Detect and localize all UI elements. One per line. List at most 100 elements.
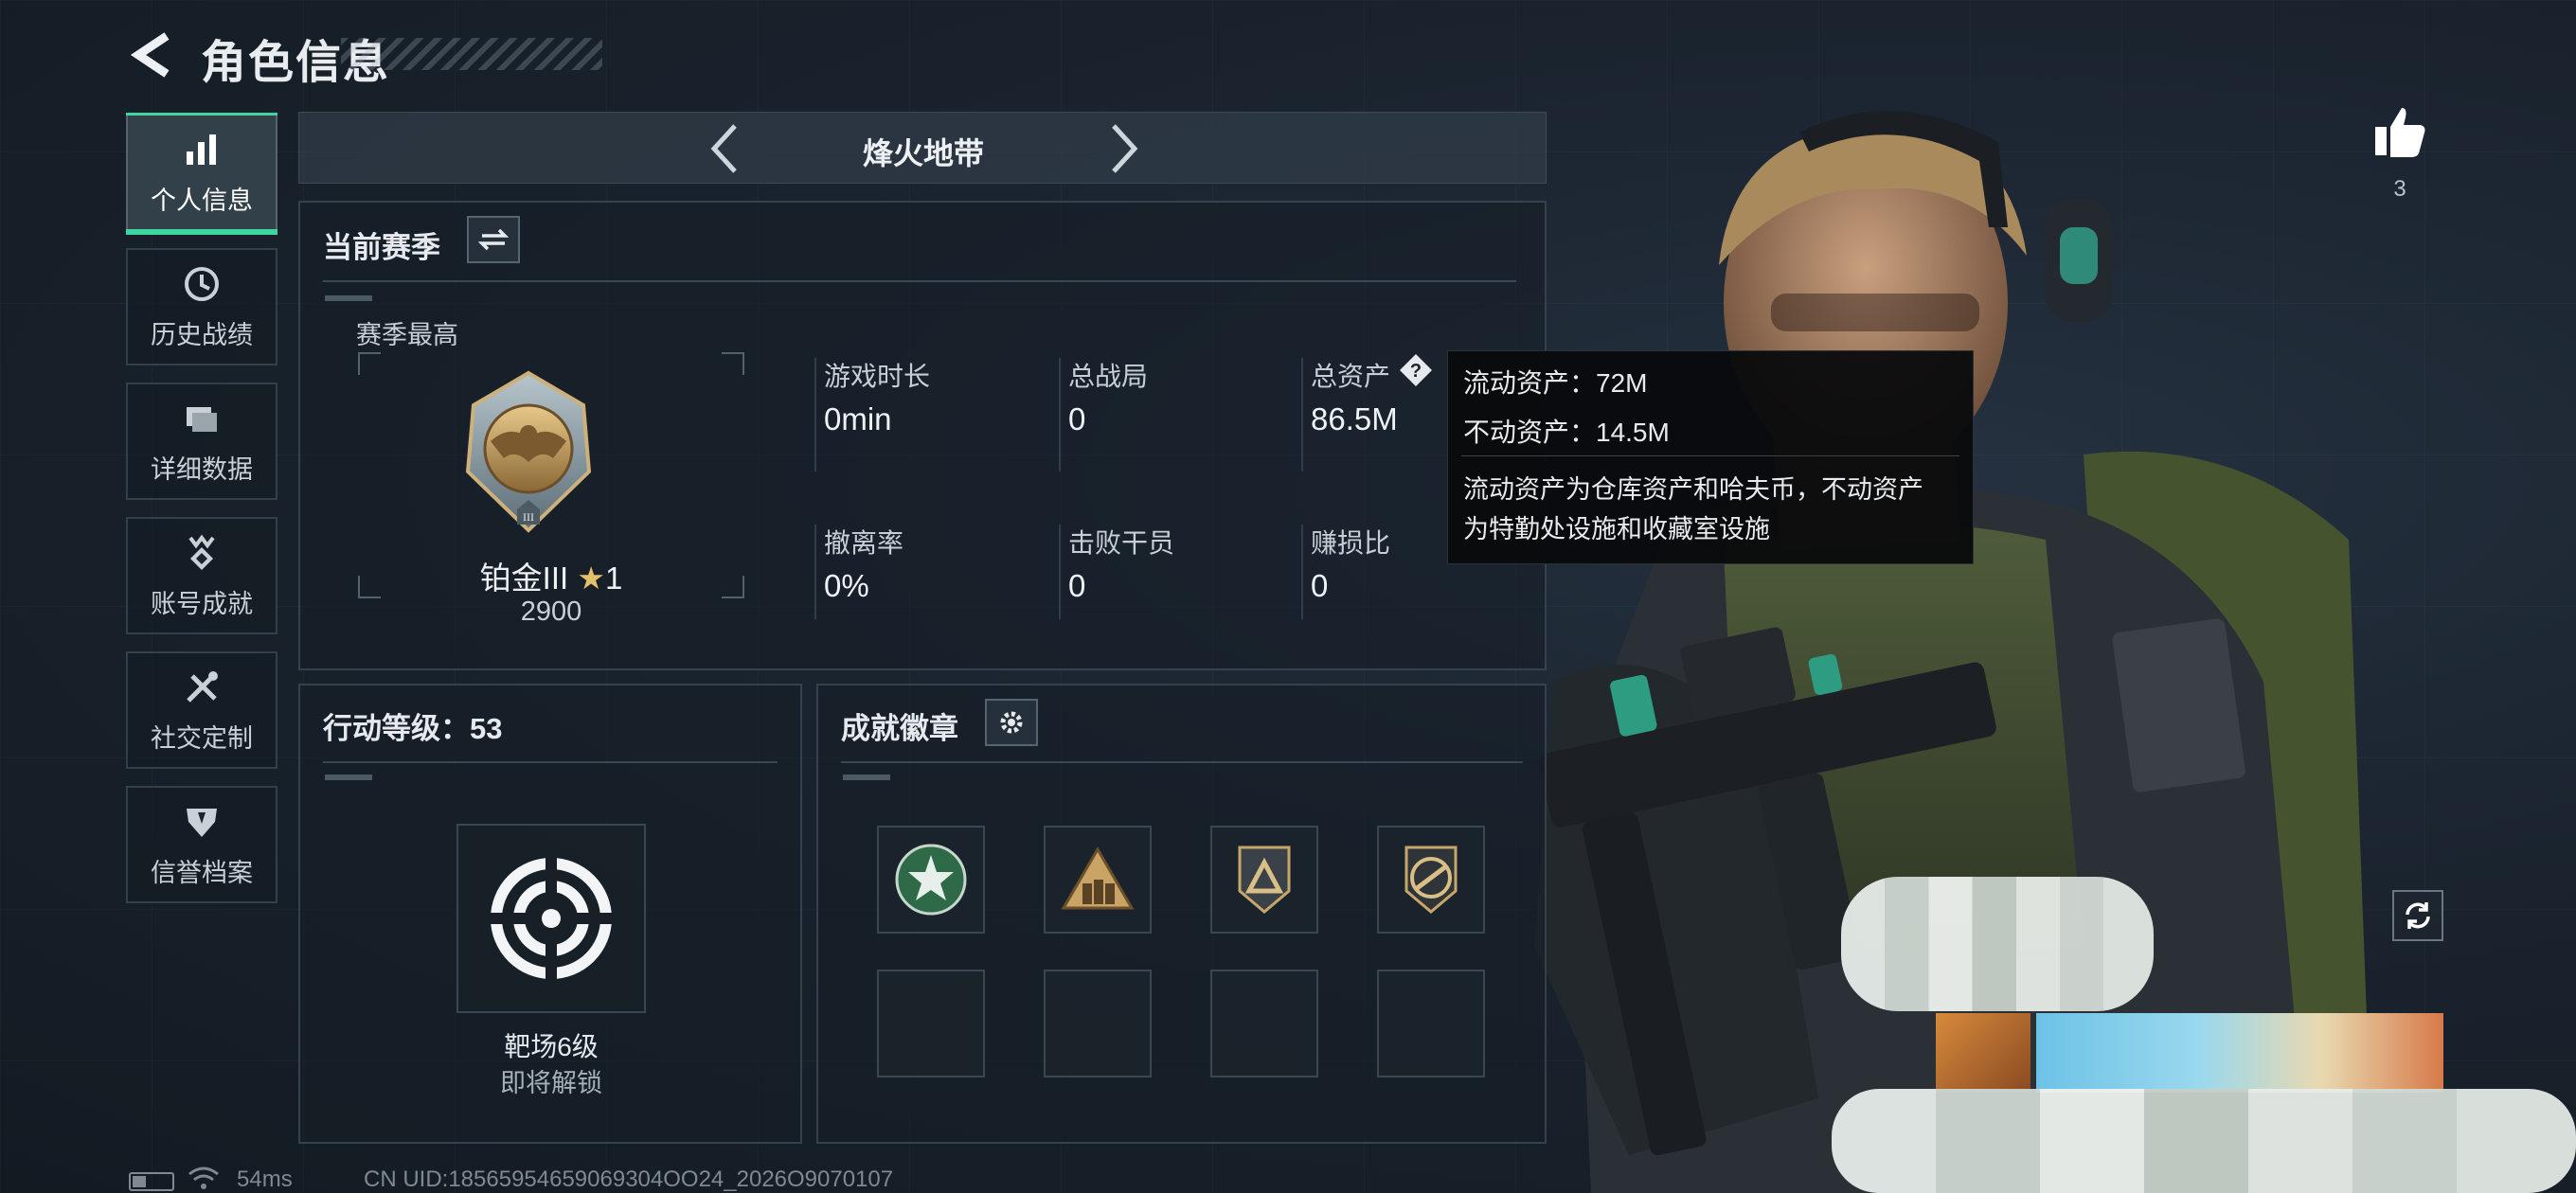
nav-label: 社交定制	[151, 723, 253, 753]
rank-name: 铂金III	[479, 561, 569, 596]
like-count: 3	[2393, 176, 2406, 202]
gear-icon	[1000, 711, 1023, 734]
badge-star-icon	[895, 844, 967, 916]
uid-text: CN UID:18565954659069304OO24_2026O907010…	[364, 1166, 894, 1192]
nav-item-history[interactable]: 历史战绩	[126, 248, 277, 365]
badge-triangle-icon	[1238, 846, 1291, 914]
card-banner-image[interactable]	[2036, 1013, 2443, 1093]
rank-line: 铂金III ★1	[358, 553, 744, 598]
rank-points: 2900	[520, 596, 582, 627]
tooltip-divider	[1461, 455, 1959, 456]
unlock-name: 靶场6级	[504, 1032, 599, 1061]
tooltip-desc-1: 流动资产为仓库资产和哈夫币，不动资产	[1463, 475, 1923, 504]
badge-slot[interactable]	[1044, 826, 1152, 934]
stat-separator	[814, 525, 816, 619]
medal-icon	[181, 532, 223, 574]
refresh-button[interactable]	[2392, 890, 2443, 941]
stat-label-operators-defeated: 击败干员	[1068, 528, 1175, 558]
tools-icon	[181, 667, 223, 708]
stat-label-total-assets: 总资产	[1311, 362, 1391, 391]
mode-title: 烽火地带	[862, 136, 984, 170]
battery-icon	[129, 1172, 174, 1191]
tooltip-fixed-assets: 不动资产：14.5M	[1463, 418, 1670, 447]
card-thumbnail-1[interactable]	[1936, 1013, 2030, 1093]
privacy-blur	[1841, 877, 2154, 1011]
nav-label: 详细数据	[151, 454, 253, 484]
rank-stars: 1	[604, 561, 623, 596]
like-button[interactable]	[2371, 104, 2428, 161]
nav-label: 信誉档案	[151, 858, 253, 887]
assets-tooltip: 流动资产：72M 不动资产：14.5M 流动资产为仓库资产和哈夫币，不动资产 为…	[1447, 350, 1974, 564]
nav-item-personal-info[interactable]: 个人信息	[126, 113, 277, 235]
badges-divider	[841, 761, 1523, 763]
privacy-blur	[1832, 1089, 2576, 1193]
nav-label: 个人信息	[151, 186, 253, 215]
refresh-icon	[2406, 902, 2430, 929]
stat-separator	[1059, 358, 1061, 472]
badges-section-title: 成就徽章	[841, 712, 958, 745]
unlock-status: 即将解锁	[500, 1069, 602, 1097]
badge-soldiers-icon	[1061, 846, 1135, 910]
bar-chart-icon	[181, 129, 223, 170]
stat-value-extract-rate: 0%	[824, 568, 869, 603]
badge-slot-empty[interactable]	[1377, 970, 1485, 1077]
badge-slot-empty[interactable]	[1044, 970, 1152, 1077]
badge-slot[interactable]	[877, 826, 985, 934]
stat-separator	[1301, 358, 1303, 472]
stat-value-total-matches: 0	[1068, 401, 1086, 436]
tooltip-desc-2: 为特勤处设施和收藏室设施	[1463, 515, 1770, 543]
badge-slot-empty[interactable]	[1210, 970, 1318, 1077]
target-icon	[489, 856, 614, 981]
shield-icon	[181, 801, 223, 843]
wifi-icon	[188, 1166, 219, 1189]
stat-separator	[1301, 525, 1303, 619]
nav-item-credit-record[interactable]: 信誉档案	[126, 786, 277, 903]
badge-slot-empty[interactable]	[877, 970, 985, 1077]
stat-label-extract-rate: 撤离率	[824, 528, 904, 558]
frame-corner	[722, 352, 744, 375]
badge-slot[interactable]	[1210, 826, 1318, 934]
nav-item-detailed-data[interactable]: 详细数据	[126, 383, 277, 500]
stat-label-total-matches: 总战局	[1068, 362, 1149, 391]
back-button[interactable]	[123, 27, 180, 83]
mode-selector: 烽火地带	[298, 112, 1547, 184]
swap-icon	[478, 228, 509, 251]
stat-value-profit-ratio: 0	[1311, 568, 1329, 603]
frame-corner	[358, 352, 381, 375]
stat-separator	[814, 358, 816, 472]
divider-tick	[325, 775, 372, 780]
level-divider	[323, 761, 778, 763]
nav-item-achievements[interactable]: 账号成就	[126, 517, 277, 634]
svg-text:?: ?	[1410, 361, 1422, 382]
nav-label: 账号成就	[151, 589, 253, 618]
ping-text: 54ms	[237, 1166, 293, 1192]
unlock-item-slot[interactable]	[456, 824, 646, 1013]
rank-emblem-icon: III	[465, 370, 592, 533]
stat-value-operators-defeated: 0	[1068, 568, 1086, 603]
season-switch-button[interactable]	[467, 216, 520, 263]
help-icon[interactable]: ?	[1398, 352, 1434, 388]
mode-next-button[interactable]	[1097, 120, 1154, 177]
title-decoration	[341, 38, 602, 70]
stat-label-playtime: 游戏时长	[824, 362, 931, 391]
season-divider	[323, 280, 1516, 282]
badges-settings-button[interactable]	[985, 699, 1038, 746]
season-section-title: 当前赛季	[323, 231, 440, 264]
badge-slot[interactable]	[1377, 826, 1485, 934]
badge-rifle-icon	[1404, 846, 1458, 914]
stat-separator	[1059, 525, 1061, 619]
chevron-right-icon	[1112, 124, 1138, 173]
tooltip-liquid-assets: 流动资产：72M	[1463, 368, 1648, 398]
thumbs-up-icon	[2375, 108, 2425, 157]
divider-tick	[325, 295, 372, 301]
back-arrow-icon	[130, 32, 170, 78]
nav-label: 历史战绩	[151, 320, 253, 349]
history-clock-icon	[181, 263, 223, 305]
stat-value-total-assets: 86.5M	[1311, 401, 1398, 436]
nav-item-social-custom[interactable]: 社交定制	[126, 651, 277, 769]
folder-icon	[181, 398, 223, 439]
star-icon: ★	[577, 561, 605, 596]
stat-label-profit-ratio: 赚损比	[1311, 528, 1391, 558]
season-best-label: 赛季最高	[356, 321, 458, 349]
svg-text:III: III	[523, 510, 534, 524]
